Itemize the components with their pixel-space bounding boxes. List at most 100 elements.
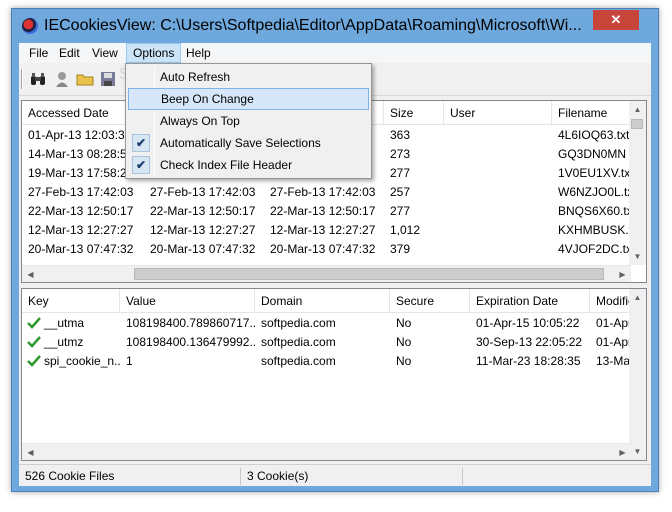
scroll-left-arrow[interactable]: ◀ (22, 444, 39, 460)
table-cell (444, 126, 552, 145)
scroll-up-arrow[interactable]: ▲ (629, 289, 646, 306)
table-cell: 379 (390, 242, 411, 256)
table-row[interactable]: __utmz 108198400.136479992.... softpedia.c… (22, 333, 646, 352)
files-hscrollbar[interactable]: ◀ ▶ (22, 265, 631, 282)
table-cell: 4VJOF2DC.txt (558, 242, 632, 256)
toolbar-grip (21, 69, 23, 89)
table-cell: 1 (126, 354, 133, 368)
menu-option-item[interactable]: Auto Refresh (128, 66, 369, 88)
table-cell: 277 (390, 166, 411, 180)
options-dropdown-menu: Auto Refresh Beep On Change Always On Top ✔… (125, 63, 372, 179)
menu-option-item[interactable]: ✔ Check Index File Header (128, 154, 369, 176)
table-cell: softpedia.com (261, 354, 336, 368)
scroll-right-arrow[interactable]: ▶ (614, 444, 631, 460)
table-cell: 11-Mar-23 18:28:35 (476, 354, 581, 368)
scroll-down-arrow[interactable]: ▼ (629, 248, 646, 265)
status-bar: 526 Cookie Files 3 Cookie(s) (19, 464, 651, 486)
menu-edit[interactable]: Edit (53, 43, 86, 63)
menu-view[interactable]: View (86, 43, 124, 63)
table-cell: __utma (44, 316, 85, 330)
status-file-count: 526 Cookie Files (21, 468, 241, 485)
scroll-left-arrow[interactable]: ◀ (22, 266, 39, 282)
checkmark-icon: ✔ (132, 134, 150, 152)
col-expiration-date[interactable]: Expiration Date (470, 289, 590, 313)
table-cell: softpedia.com (261, 316, 336, 330)
table-cell: 27-Feb-13 17:42:03 (28, 185, 134, 199)
col-filename[interactable]: Filename (552, 101, 632, 125)
menu-option-label: Automatically Save Selections (160, 136, 321, 150)
table-cell (444, 164, 552, 183)
menu-option-label: Always On Top (160, 114, 240, 128)
table-cell: 273 (390, 147, 411, 161)
scroll-thumb[interactable] (134, 268, 604, 280)
table-cell: 108198400.789860717.... (126, 316, 255, 330)
table-cell: 27-Feb-13 17:42:03 (150, 185, 256, 199)
col-size[interactable]: Size (384, 101, 444, 125)
table-cell: W6NZJO0L.txt (558, 185, 632, 199)
menu-file[interactable]: File (23, 43, 54, 63)
cookies-hscrollbar[interactable]: ◀ ▶ (22, 443, 631, 460)
person-icon[interactable] (53, 70, 71, 88)
table-cell: No (396, 354, 412, 368)
table-row[interactable]: 27-Feb-13 17:42:03 27-Feb-13 17:42:03 27-F… (22, 183, 646, 202)
cookies-vscrollbar[interactable]: ▲ ▼ (629, 289, 646, 460)
table-cell: 12-Mar-13 12:27:27 (150, 223, 256, 237)
menu-option-item[interactable]: ✔ Automatically Save Selections (128, 132, 369, 154)
table-cell: 12-Mar-13 12:27:27 (28, 223, 134, 237)
table-cell: 277 (390, 204, 411, 218)
col-domain[interactable]: Domain (255, 289, 390, 313)
table-cell: 20-Mar-13 07:47:32 (270, 242, 376, 256)
table-cell: 22-Mar-13 12:50:17 (270, 204, 376, 218)
menu-option-item[interactable]: Beep On Change (128, 88, 369, 110)
table-cell: 257 (390, 185, 411, 199)
checkmark-icon: ✔ (132, 156, 150, 174)
files-vscrollbar[interactable]: ▲ ▼ (629, 101, 646, 265)
cookies-list[interactable]: Key Value Domain Secure Expiration Date … (21, 288, 647, 461)
table-cell: 27-Feb-13 17:42:03 (270, 185, 376, 199)
app-icon (22, 18, 38, 34)
table-cell: 4L6IOQ63.txt (558, 128, 630, 142)
table-cell: __utmz (44, 335, 84, 349)
menu-option-label: Auto Refresh (160, 70, 231, 84)
table-cell: 12-Mar-13 12:27:27 (270, 223, 376, 237)
scroll-down-arrow[interactable]: ▼ (629, 443, 646, 460)
table-cell: 1V0EU1XV.txt (558, 166, 632, 180)
status-cookie-count: 3 Cookie(s) (243, 468, 463, 485)
table-row[interactable]: 20-Mar-13 07:47:32 20-Mar-13 07:47:32 20-M… (22, 240, 646, 259)
folder-icon[interactable] (76, 70, 94, 88)
scroll-up-arrow[interactable]: ▲ (629, 101, 646, 118)
scroll-thumb[interactable] (631, 119, 643, 129)
table-row[interactable]: 12-Mar-13 12:27:27 12-Mar-13 12:27:27 12-M… (22, 221, 646, 240)
close-button[interactable]: ✕ (593, 10, 639, 30)
table-cell: No (396, 316, 412, 330)
menu-bar: File Edit View Options Help (19, 43, 651, 63)
menu-option-label: Beep On Change (161, 92, 254, 106)
col-secure[interactable]: Secure (390, 289, 470, 313)
col-key[interactable]: Key (22, 289, 120, 313)
table-cell: 20-Mar-13 07:47:32 (150, 242, 256, 256)
table-cell: No (396, 335, 412, 349)
scroll-right-arrow[interactable]: ▶ (614, 266, 631, 282)
table-cell: KXHMBUSK.txt (558, 223, 632, 237)
table-cell: 363 (390, 128, 411, 142)
menu-option-item[interactable]: Always On Top (128, 110, 369, 132)
menu-option-label: Check Index File Header (160, 158, 293, 172)
table-cell: 108198400.136479992.... (126, 335, 255, 349)
table-row[interactable]: 22-Mar-13 12:50:17 22-Mar-13 12:50:17 22-M… (22, 202, 646, 221)
table-cell: 1,012 (390, 223, 421, 237)
col-user[interactable]: User (444, 101, 552, 125)
table-row[interactable]: spi_cookie_n... 1 softpedia.com No 11-Mar-23… (22, 352, 646, 371)
binoculars-icon[interactable] (29, 70, 47, 88)
col-value[interactable]: Value (120, 289, 255, 313)
save-icon[interactable] (99, 70, 117, 88)
table-cell: 22-Mar-13 12:50:17 (150, 204, 256, 218)
menu-help[interactable]: Help (180, 43, 217, 63)
window-title: IECookiesView: C:\Users\Softpedia\Editor… (44, 17, 582, 34)
menu-options[interactable]: Options (126, 43, 182, 63)
table-cell (444, 183, 552, 202)
table-cell (444, 202, 552, 221)
table-cell: 22-Mar-13 12:50:17 (28, 204, 134, 218)
table-row[interactable]: __utma 108198400.789860717.... softpedia.c… (22, 314, 646, 333)
title-bar[interactable]: IECookiesView: C:\Users\Softpedia\Editor… (12, 9, 658, 43)
table-cell: 20-Mar-13 07:47:32 (28, 242, 134, 256)
